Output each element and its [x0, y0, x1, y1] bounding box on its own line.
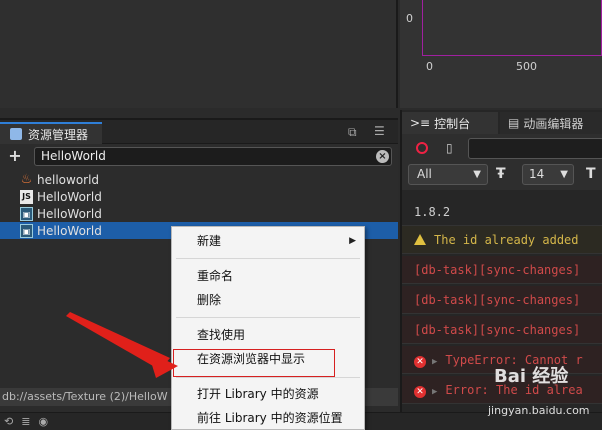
menu-item-label: 重命名 — [197, 269, 234, 283]
menu-separator — [176, 317, 360, 318]
clear-console-icon[interactable] — [416, 142, 428, 154]
watermark: Bai 经验 jingyan.baidu.com — [488, 360, 602, 430]
maximize-icon[interactable]: ⧉ — [348, 125, 357, 140]
font-size-value: 14 — [529, 167, 545, 181]
clear-search-icon[interactable]: × — [376, 150, 389, 163]
menu-item-find-usage[interactable]: 查找使用 — [172, 324, 364, 346]
scene-file-icon: ▣ — [20, 206, 33, 221]
watermark-url: jingyan.baidu.com — [488, 404, 590, 417]
watermark-brand: Bai 经验 — [494, 366, 569, 387]
scene-file-icon: ▣ — [20, 223, 33, 238]
log-text: 1.8.2 — [414, 205, 451, 219]
tab-animation-editor[interactable]: ▤ 动画编辑器 — [500, 112, 602, 134]
expand-icon[interactable]: ▶ — [432, 387, 437, 397]
menu-item-open-library[interactable]: 打开 Library 中的资源 — [172, 383, 364, 405]
timeline-x-tick-500: 500 — [516, 60, 537, 73]
js-file-icon: JS — [20, 189, 33, 204]
eye-icon[interactable]: ◉ — [38, 415, 48, 428]
console-icon: >≡ — [410, 116, 431, 130]
submenu-arrow-icon: ▶ — [349, 236, 356, 246]
list-item[interactable]: ▣ HelloWorld — [0, 205, 398, 222]
timeline-panel: 0 0 500 — [400, 0, 602, 108]
menu-item-label: 查找使用 — [197, 328, 246, 342]
scene-panel — [0, 0, 398, 108]
sync-icon[interactable]: ⟲ — [4, 415, 13, 428]
warning-icon — [414, 234, 426, 245]
error-icon: ✕ — [414, 356, 426, 368]
assets-toolbar: + HelloWorld × — [0, 146, 398, 168]
assets-tab-label: 资源管理器 — [28, 127, 89, 142]
menu-separator — [176, 377, 360, 378]
log-entry-warning[interactable]: The id already added — [402, 226, 602, 254]
open-log-file-icon[interactable]: ▯ — [446, 141, 453, 155]
menu-item-delete[interactable]: 删除 — [172, 289, 364, 311]
list-item-label: helloworld — [37, 172, 100, 187]
console-tab-bar: >≡ 控制台 ▤ 动画编辑器 — [402, 110, 602, 134]
text-icon: Ŧ — [496, 166, 506, 182]
menu-item-new[interactable]: 新建 ▶ — [172, 230, 364, 252]
console-options: All ▼ Ŧ 14 ▼ T — [402, 164, 602, 188]
error-icon: ✕ — [414, 386, 426, 398]
tab-animation-label: 动画编辑器 — [523, 116, 584, 131]
search-input[interactable]: HelloWorld — [34, 147, 392, 166]
log-text: [db-task][sync-changes] — [414, 293, 581, 307]
annotation-highlight-box — [173, 349, 335, 377]
filter-input[interactable] — [468, 138, 602, 159]
menu-item-label: 删除 — [197, 293, 222, 307]
assets-tab-icon — [10, 128, 22, 140]
menu-item-label: 打开 Library 中的资源 — [197, 387, 319, 401]
menu-item-label: 新建 — [197, 234, 222, 248]
log-entry[interactable]: 1.8.2 — [402, 198, 602, 226]
log-entry-error[interactable]: [db-task][sync-changes] — [402, 256, 602, 284]
line-wrap-icon[interactable]: T — [586, 166, 596, 182]
list-item-label: HelloWorld — [37, 206, 102, 221]
list-item-label: HelloWorld — [37, 223, 102, 238]
fire-icon: ♨ — [20, 171, 33, 187]
menu-separator — [176, 258, 360, 259]
context-menu: 新建 ▶ 重命名 删除 查找使用 在资源浏览器中显示 打开 Library 中的… — [171, 226, 365, 430]
tab-console-label: 控制台 — [434, 116, 471, 131]
menu-item-rename[interactable]: 重命名 — [172, 265, 364, 287]
log-entry-error[interactable]: [db-task][sync-changes] — [402, 316, 602, 344]
database-icon[interactable]: ≣ — [21, 415, 30, 428]
tab-assets[interactable]: 资源管理器 — [0, 122, 102, 144]
menu-icon[interactable]: ☰ — [374, 124, 385, 138]
menu-item-label: 前往 Library 中的资源位置 — [197, 411, 343, 425]
list-item-label: HelloWorld — [37, 189, 102, 204]
menu-item-goto-library[interactable]: 前往 Library 中的资源位置 — [172, 407, 364, 429]
expand-icon[interactable]: ▶ — [432, 357, 437, 367]
tab-console[interactable]: >≡ 控制台 — [402, 112, 498, 134]
add-asset-button[interactable]: + — [6, 147, 24, 165]
console-toolbar: ▯ — [402, 138, 602, 160]
caret-down-icon: ▼ — [473, 169, 481, 180]
list-item[interactable]: ♨ helloworld — [0, 171, 398, 188]
film-icon: ▤ — [508, 116, 520, 130]
log-text: [db-task][sync-changes] — [414, 263, 581, 277]
log-text: The id already added — [434, 233, 579, 247]
timeline-y-tick: 0 — [406, 12, 413, 25]
log-entry-error[interactable]: [db-task][sync-changes] — [402, 286, 602, 314]
assets-tab-bar: 资源管理器 ⧉ ☰ — [0, 120, 398, 144]
font-size-select[interactable]: 14 ▼ — [522, 164, 574, 185]
log-level-select[interactable]: All ▼ — [408, 164, 488, 185]
list-item[interactable]: JS HelloWorld — [0, 188, 398, 205]
timeline-x-tick-0: 0 — [426, 60, 433, 73]
timeline-frame — [422, 0, 602, 56]
log-text: [db-task][sync-changes] — [414, 323, 581, 337]
log-level-value: All — [417, 167, 432, 181]
caret-down-icon: ▼ — [560, 169, 568, 180]
